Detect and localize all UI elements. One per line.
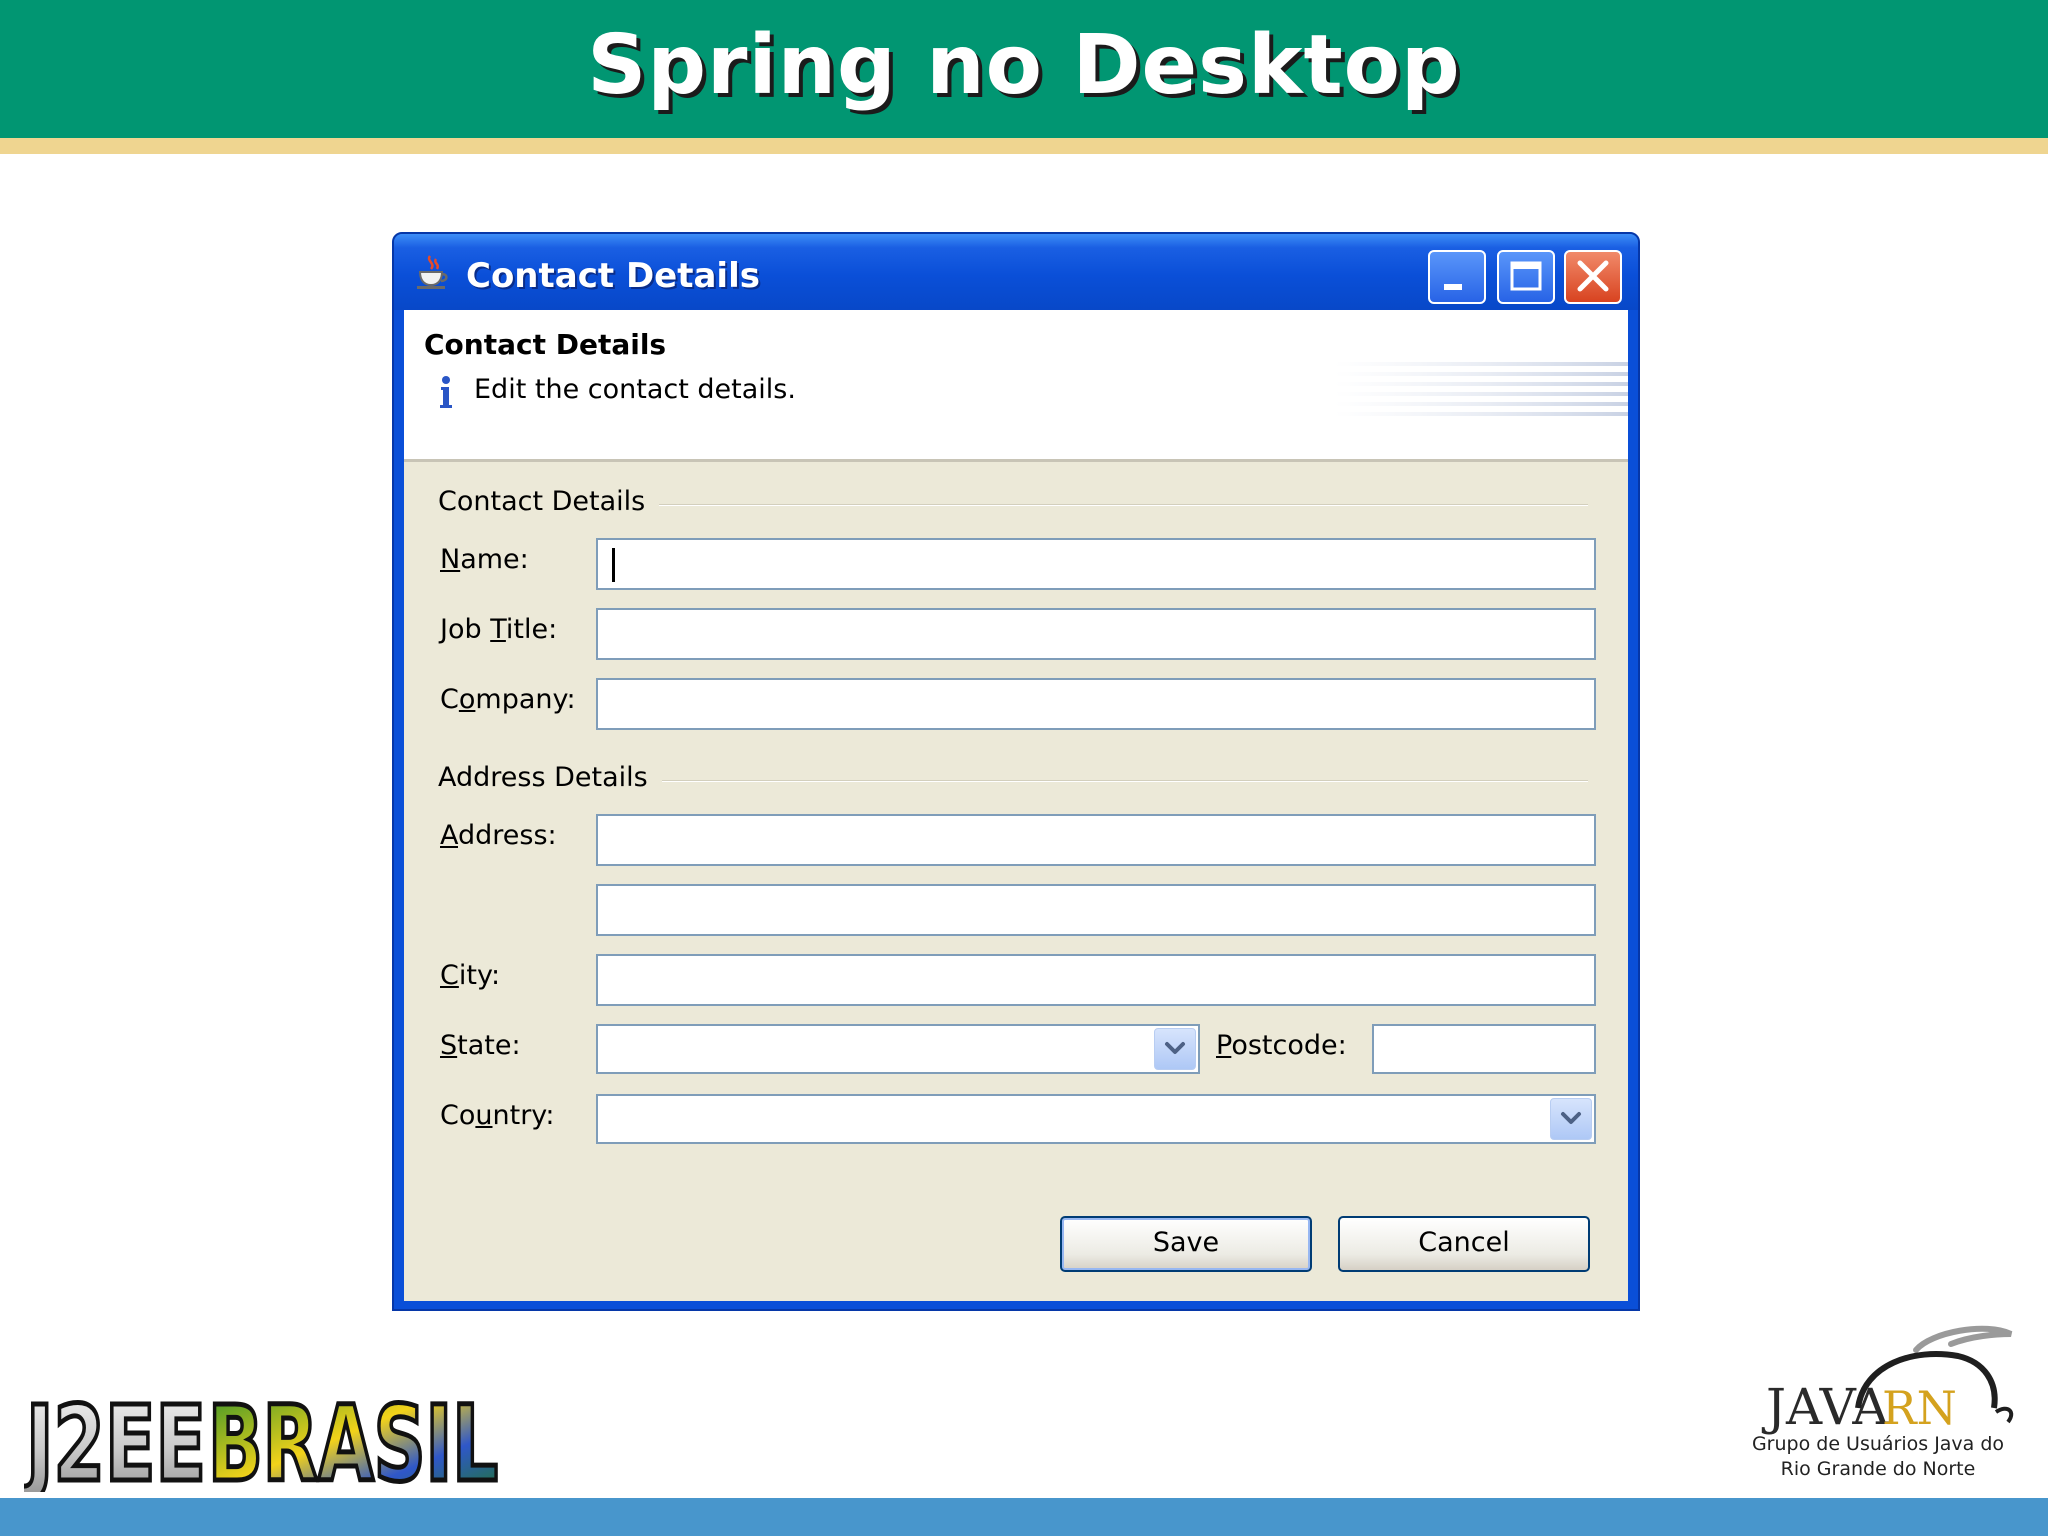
state-label-text: tate: <box>457 1030 521 1061</box>
postcode-label: Postcode: <box>1216 1030 1347 1061</box>
address-line1-input[interactable] <box>596 814 1596 866</box>
slide-title: Spring no Desktop <box>587 18 1461 113</box>
country-label-text: ntry: <box>492 1100 555 1131</box>
address-mnemonic: A <box>440 820 458 851</box>
city-input[interactable] <box>596 954 1596 1006</box>
info-icon <box>440 376 452 408</box>
country-label-prefix: Co <box>440 1100 476 1131</box>
java-cup-icon <box>417 255 448 289</box>
banner-title: Contact Details <box>424 328 667 361</box>
banner-decoration <box>1334 362 1628 416</box>
javarn-caption: Grupo de Usuários Java do Rio Grande do … <box>1738 1432 2018 1482</box>
maximize-button[interactable] <box>1497 250 1555 304</box>
javarn-caption-line1: Grupo de Usuários Java do <box>1751 1433 2005 1455</box>
company-label-prefix: C <box>440 684 459 715</box>
save-button[interactable]: Save <box>1060 1216 1312 1272</box>
minimize-icon <box>1444 284 1462 290</box>
country-mnemonic: u <box>475 1100 493 1131</box>
job-title-label-prefix: Job <box>440 614 491 645</box>
name-input[interactable] <box>596 538 1596 590</box>
chevron-down-icon <box>1561 1112 1581 1124</box>
company-label: Company: <box>440 684 576 715</box>
postcode-input[interactable] <box>1372 1024 1596 1074</box>
window-titlebar[interactable]: Contact Details <box>394 234 1638 310</box>
state-mnemonic: S <box>440 1030 458 1061</box>
javarn-caption-line2: Rio Grande do Norte <box>1780 1458 1976 1480</box>
text-caret <box>612 548 615 582</box>
state-combobox[interactable] <box>596 1024 1200 1074</box>
contact-details-window: Contact Details Contact Details Edit the… <box>392 232 1640 1311</box>
contact-section-label: Contact Details <box>438 486 660 517</box>
svg-text:BRASIL: BRASIL <box>208 1392 498 1492</box>
country-label: Country: <box>440 1100 554 1131</box>
country-dropdown-button[interactable] <box>1550 1098 1592 1140</box>
address-label-text: ddress: <box>458 820 557 851</box>
javarn-java-text: JAVA <box>1761 1378 1889 1436</box>
svg-text:J2EE: J2EE <box>24 1392 206 1492</box>
banner-message: Edit the contact details. <box>474 374 796 405</box>
name-mnemonic: N <box>440 544 461 575</box>
address-label: Address: <box>440 820 557 851</box>
country-combobox[interactable] <box>596 1094 1596 1144</box>
minimize-button[interactable] <box>1428 250 1486 304</box>
city-label: City: <box>440 960 500 991</box>
address-section-label: Address Details <box>438 762 662 793</box>
company-input[interactable] <box>596 678 1596 730</box>
city-mnemonic: C <box>440 960 459 991</box>
j2ee-brasil-logo: J2EE BRASIL <box>24 1392 501 1492</box>
job-title-input[interactable] <box>596 608 1596 660</box>
address-line2-input[interactable] <box>596 884 1596 936</box>
dialog-banner: Contact Details Edit the contact details… <box>404 310 1628 462</box>
close-button[interactable] <box>1564 250 1622 304</box>
postcode-label-text: ostcode: <box>1231 1030 1347 1061</box>
dialog-client-area: Contact Details Edit the contact details… <box>404 310 1628 1301</box>
maximize-icon <box>1510 261 1542 291</box>
window-title: Contact Details <box>466 256 760 296</box>
slide-header-stripe <box>0 138 2048 154</box>
close-icon <box>1577 260 1609 292</box>
chevron-down-icon <box>1165 1042 1185 1054</box>
company-mnemonic: o <box>458 684 476 715</box>
company-label-text: mpany: <box>475 684 576 715</box>
postcode-mnemonic: P <box>1216 1030 1232 1061</box>
job-title-mnemonic: T <box>490 614 506 645</box>
state-dropdown-button[interactable] <box>1154 1028 1196 1070</box>
cancel-button[interactable]: Cancel <box>1338 1216 1590 1272</box>
job-title-label-text: itle: <box>505 614 558 645</box>
state-label: State: <box>440 1030 521 1061</box>
javarn-rn-text: RN <box>1882 1381 1957 1435</box>
job-title-label: Job Title: <box>440 614 557 645</box>
name-label-text: ame: <box>460 544 529 575</box>
name-label: Name: <box>440 544 529 575</box>
slide-footer-bar <box>0 1498 2048 1536</box>
city-label-text: ity: <box>458 960 501 991</box>
